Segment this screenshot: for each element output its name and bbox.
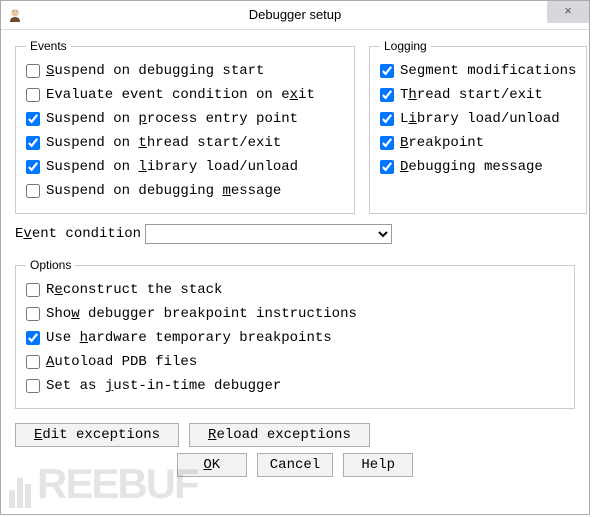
- events-label: Suspend on process entry point: [46, 111, 298, 127]
- logging-checkbox[interactable]: [380, 112, 394, 126]
- events-item[interactable]: Suspend on library load/unload: [26, 155, 344, 179]
- edit-exceptions-button[interactable]: Edit exceptions: [15, 423, 179, 447]
- event-condition-label: Event condition: [15, 226, 141, 242]
- events-item[interactable]: Suspend on thread start/exit: [26, 131, 344, 155]
- ok-button[interactable]: OK: [177, 453, 247, 477]
- logging-checkbox[interactable]: [380, 88, 394, 102]
- options-label: Reconstruct the stack: [46, 282, 222, 298]
- options-checkbox[interactable]: [26, 331, 40, 345]
- logging-label: Breakpoint: [400, 135, 484, 151]
- client-area: Events Suspend on debugging start Evaluat…: [1, 29, 589, 514]
- logging-item[interactable]: Segment modifications: [380, 59, 576, 83]
- options-legend: Options: [26, 258, 75, 272]
- cancel-button[interactable]: Cancel: [257, 453, 333, 477]
- events-label: Suspend on library load/unload: [46, 159, 298, 175]
- events-checkbox[interactable]: [26, 136, 40, 150]
- logging-label: Thread start/exit: [400, 87, 543, 103]
- logging-item[interactable]: Breakpoint: [380, 131, 576, 155]
- options-checkbox[interactable]: [26, 307, 40, 321]
- event-condition-row: Event condition: [15, 224, 575, 244]
- window-title: Debugger setup: [1, 1, 589, 29]
- logging-item[interactable]: Debugging message: [380, 155, 576, 179]
- options-label: Autoload PDB files: [46, 354, 197, 370]
- options-checkbox[interactable]: [26, 283, 40, 297]
- events-checkbox[interactable]: [26, 112, 40, 126]
- titlebar: Debugger setup ×: [1, 1, 589, 30]
- logging-label: Debugging message: [400, 159, 543, 175]
- logging-label: Library load/unload: [400, 111, 560, 127]
- logging-checkbox[interactable]: [380, 136, 394, 150]
- logging-group: Logging Segment modifications Thread star…: [369, 39, 587, 214]
- logging-legend: Logging: [380, 39, 431, 53]
- events-label: Evaluate event condition on exit: [46, 87, 315, 103]
- events-item[interactable]: Suspend on process entry point: [26, 107, 344, 131]
- events-group: Events Suspend on debugging start Evaluat…: [15, 39, 355, 214]
- close-button[interactable]: ×: [547, 1, 589, 23]
- options-label: Use hardware temporary breakpoints: [46, 330, 332, 346]
- options-label: Show debugger breakpoint instructions: [46, 306, 357, 322]
- options-checkbox[interactable]: [26, 379, 40, 393]
- events-item[interactable]: Evaluate event condition on exit: [26, 83, 344, 107]
- events-checkbox[interactable]: [26, 64, 40, 78]
- events-label: Suspend on debugging start: [46, 63, 264, 79]
- events-item[interactable]: Suspend on debugging message: [26, 179, 344, 203]
- app-icon: [7, 6, 23, 22]
- dialog-window: Debugger setup × Events Suspend on debug…: [0, 0, 590, 515]
- logging-item[interactable]: Library load/unload: [380, 107, 576, 131]
- events-checkbox[interactable]: [26, 160, 40, 174]
- options-item[interactable]: Use hardware temporary breakpoints: [26, 326, 564, 350]
- options-label: Set as just-in-time debugger: [46, 378, 281, 394]
- reload-exceptions-button[interactable]: Reload exceptions: [189, 423, 370, 447]
- options-item[interactable]: Show debugger breakpoint instructions: [26, 302, 564, 326]
- options-group: Options Reconstruct the stack Show debugg…: [15, 258, 575, 409]
- events-checkbox[interactable]: [26, 184, 40, 198]
- events-label: Suspend on thread start/exit: [46, 135, 281, 151]
- help-button[interactable]: Help: [343, 453, 413, 477]
- logging-item[interactable]: Thread start/exit: [380, 83, 576, 107]
- options-item[interactable]: Reconstruct the stack: [26, 278, 564, 302]
- options-checkbox[interactable]: [26, 355, 40, 369]
- options-item[interactable]: Autoload PDB files: [26, 350, 564, 374]
- logging-checkbox[interactable]: [380, 64, 394, 78]
- logging-label: Segment modifications: [400, 63, 576, 79]
- event-condition-select[interactable]: [145, 224, 392, 244]
- events-checkbox[interactable]: [26, 88, 40, 102]
- options-item[interactable]: Set as just-in-time debugger: [26, 374, 564, 398]
- events-label: Suspend on debugging message: [46, 183, 281, 199]
- events-legend: Events: [26, 39, 71, 53]
- logging-checkbox[interactable]: [380, 160, 394, 174]
- events-item[interactable]: Suspend on debugging start: [26, 59, 344, 83]
